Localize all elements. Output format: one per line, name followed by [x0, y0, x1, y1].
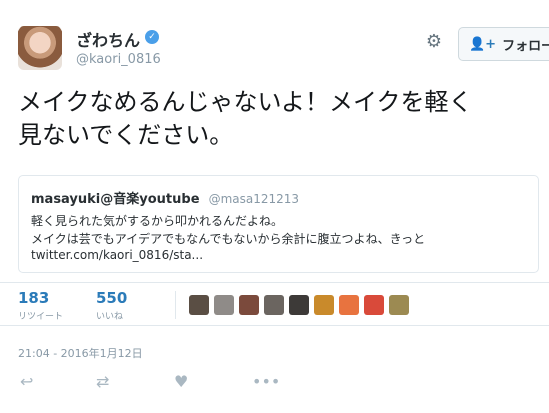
liker-avatar[interactable]: [239, 295, 259, 315]
retweet-label: リツイート: [18, 312, 64, 322]
follow-label: フォロー: [502, 38, 549, 54]
quote-author-name: masayuki@音楽youtube: [31, 192, 200, 207]
like-count[interactable]: 550 いいね: [96, 289, 127, 322]
author-handle[interactable]: @kaori_0816: [76, 52, 161, 67]
tweet-header: ざわちん ✓ @kaori_0816 ⚙ 👤+ フォロー: [0, 0, 549, 80]
retweet-count[interactable]: 183 リツイート: [18, 289, 63, 322]
liker-avatar[interactable]: [314, 295, 334, 315]
person-add-icon: 👤+: [469, 36, 497, 52]
reply-icon[interactable]: ↩: [20, 372, 33, 391]
tweet-timestamp[interactable]: 21:04 - 2016年1月12日: [18, 345, 143, 361]
tweet-actions: ↩ ⇄ ♥ •••: [0, 372, 549, 396]
more-icon[interactable]: •••: [252, 372, 280, 391]
quote-text-line: 軽く見られた気がするから叩かれるんだよね。: [31, 214, 284, 228]
tweet-line: メイクなめるんじゃないよ！メイクを軽く: [18, 88, 473, 116]
liker-avatar[interactable]: [264, 295, 284, 315]
liker-avatar[interactable]: [389, 295, 409, 315]
tweet-text: メイクなめるんじゃないよ！メイクを軽く 見ないでください。: [18, 86, 543, 152]
quote-author-handle: @masa121213: [208, 192, 300, 206]
profile-avatar[interactable]: [18, 26, 62, 70]
retweet-icon[interactable]: ⇄: [96, 372, 109, 391]
tweet-line: 見ないでください。: [18, 121, 234, 149]
tweet-stats: 183 リツイート 550 いいね: [0, 282, 549, 326]
liker-avatar[interactable]: [214, 295, 234, 315]
likers-avatars: [189, 295, 409, 315]
quote-header: masayuki@音楽youtube @masa121213: [31, 188, 299, 207]
retweet-number: 183: [18, 289, 50, 307]
stats-divider: [175, 291, 176, 319]
follow-button[interactable]: 👤+ フォロー: [458, 27, 549, 61]
liker-avatar[interactable]: [189, 295, 209, 315]
verified-badge-icon: ✓: [145, 30, 159, 44]
author-name[interactable]: ざわちん: [76, 27, 140, 51]
quote-text-line: メイクは芸でもアイデアでもなんでもないから余計に腹立つよね、きっと: [31, 232, 426, 246]
gear-icon[interactable]: ⚙: [424, 32, 444, 52]
liker-avatar[interactable]: [364, 295, 384, 315]
like-label: いいね: [96, 312, 124, 322]
liker-avatar[interactable]: [289, 295, 309, 315]
quote-link[interactable]: twitter.com/kaori_0816/sta...: [31, 248, 203, 262]
quoted-tweet[interactable]: masayuki@音楽youtube @masa121213 軽く見られた気がす…: [18, 175, 539, 273]
liker-avatar[interactable]: [339, 295, 359, 315]
like-number: 550: [96, 289, 128, 307]
heart-icon[interactable]: ♥: [174, 372, 188, 391]
